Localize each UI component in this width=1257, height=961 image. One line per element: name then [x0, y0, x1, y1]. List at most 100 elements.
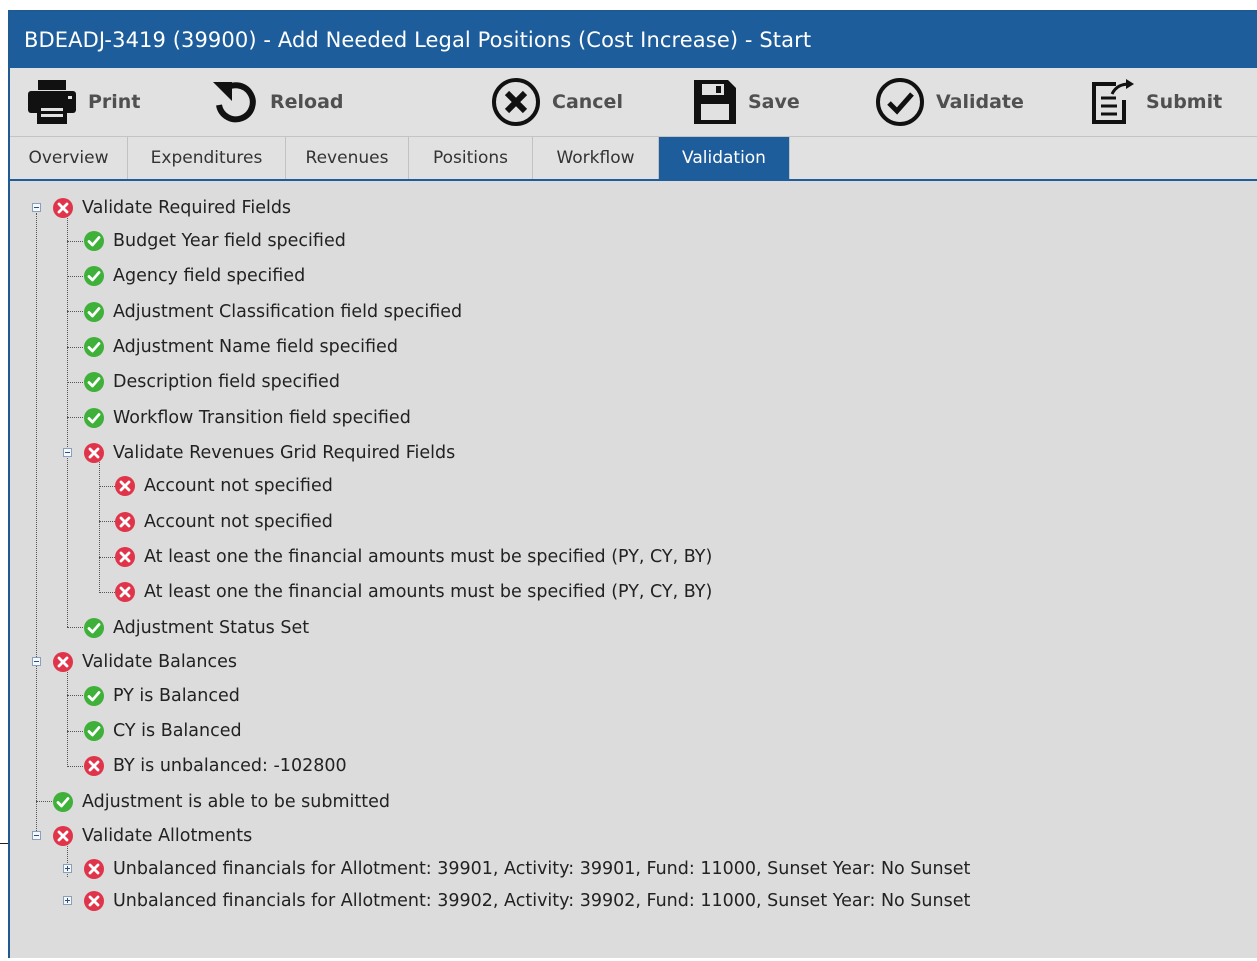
success-icon [84, 266, 104, 286]
tree-connector [99, 521, 115, 522]
validation-tree: Validate Required Fields Budget Year fie… [10, 181, 1257, 961]
node-label: CY is Balanced [113, 721, 242, 741]
node-label: Validate Required Fields [82, 198, 292, 218]
tree-node[interactable]: Account not specified [114, 507, 333, 537]
node-label: BY is unbalanced: -102800 [113, 756, 347, 776]
tab-overview[interactable]: Overview [10, 137, 128, 179]
save-button[interactable]: Save [692, 68, 800, 136]
collapse-toggle[interactable] [32, 831, 41, 840]
node-label: Adjustment Status Set [113, 618, 310, 638]
tree-connector [99, 486, 115, 487]
cancel-button[interactable]: Cancel [490, 68, 623, 136]
tree-node[interactable]: Account not specified [114, 471, 333, 501]
tree-node[interactable]: Agency field specified [83, 261, 305, 291]
submit-document-icon [1090, 78, 1136, 126]
error-icon [53, 652, 73, 672]
print-label: Print [88, 91, 141, 113]
collapse-toggle[interactable] [63, 448, 72, 457]
tree-connector [67, 627, 83, 628]
tab-workflow[interactable]: Workflow [533, 137, 659, 179]
success-icon [84, 302, 104, 322]
printer-icon [26, 78, 78, 126]
error-icon [84, 443, 104, 463]
toolbar: Print Reload Cancel Save Validate Submit [10, 68, 1257, 137]
tree-node[interactable]: Adjustment is able to be submitted [52, 787, 390, 817]
expand-toggle[interactable] [63, 896, 72, 905]
tree-connector [67, 417, 83, 418]
reload-icon [210, 78, 260, 126]
error-icon [84, 859, 104, 879]
tree-connector [67, 241, 83, 242]
tab-expenditures[interactable]: Expenditures [128, 137, 286, 179]
tree-node[interactable]: At least one the financial amounts must … [114, 542, 712, 572]
error-icon [84, 891, 104, 911]
validation-window: BDEADJ-3419 (39900) - Add Needed Legal P… [8, 10, 1257, 958]
success-icon [84, 721, 104, 741]
submit-label: Submit [1146, 91, 1223, 113]
tree-connector [99, 557, 115, 558]
tree-node[interactable]: Workflow Transition field specified [83, 403, 411, 433]
cancel-circle-x-icon [490, 76, 542, 128]
check-circle-icon [874, 76, 926, 128]
floppy-disk-icon [692, 78, 738, 126]
node-label: At least one the financial amounts must … [144, 547, 713, 567]
collapse-toggle[interactable] [32, 203, 41, 212]
error-icon [115, 582, 135, 602]
node-label: Budget Year field specified [113, 231, 346, 251]
error-icon [53, 198, 73, 218]
tab-validation[interactable]: Validation [659, 137, 790, 179]
window-title: BDEADJ-3419 (39900) - Add Needed Legal P… [10, 12, 1257, 68]
tree-node[interactable]: At least one the financial amounts must … [114, 577, 712, 607]
node-label: Description field specified [113, 372, 340, 392]
node-label: PY is Balanced [113, 686, 240, 706]
tree-node[interactable]: CY is Balanced [83, 716, 242, 746]
collapse-toggle[interactable] [32, 657, 41, 666]
success-icon [84, 408, 104, 428]
success-icon [84, 372, 104, 392]
node-label: Validate Balances [82, 652, 237, 672]
tree-node[interactable]: Adjustment Name field specified [83, 332, 398, 362]
tree-connector [67, 347, 83, 348]
tree-connector [67, 382, 83, 383]
tree-guide [67, 667, 68, 767]
node-label: Adjustment is able to be submitted [82, 792, 390, 812]
reload-button[interactable]: Reload [210, 68, 344, 136]
validate-button[interactable]: Validate [874, 68, 1024, 136]
tree-connector [99, 592, 115, 593]
submit-button[interactable]: Submit [1090, 68, 1222, 136]
print-button[interactable]: Print [26, 68, 140, 136]
node-label: Validate Allotments [82, 826, 253, 846]
node-label: Account not specified [144, 512, 333, 532]
tab-bar: Overview Expenditures Revenues Positions… [10, 137, 1257, 181]
tree-node[interactable]: Validate Balances [52, 647, 237, 677]
success-icon [84, 337, 104, 357]
tree-node[interactable]: Validate Allotments [52, 821, 252, 851]
node-label: Agency field specified [113, 266, 306, 286]
tree-node[interactable]: Unbalanced financials for Allotment: 399… [83, 854, 970, 884]
reload-label: Reload [270, 91, 344, 113]
node-label: Unbalanced financials for Allotment: 399… [113, 891, 971, 911]
expand-toggle[interactable] [63, 864, 72, 873]
tree-connector [67, 311, 83, 312]
tree-node[interactable]: Validate Required Fields [52, 193, 291, 223]
error-icon [115, 547, 135, 567]
tree-node[interactable]: PY is Balanced [83, 681, 240, 711]
tree-node[interactable]: BY is unbalanced: -102800 [83, 751, 347, 781]
tree-node[interactable]: Adjustment Classification field specifie… [83, 297, 462, 327]
success-icon [84, 618, 104, 638]
tab-revenues[interactable]: Revenues [286, 137, 409, 179]
tree-node[interactable]: Description field specified [83, 367, 340, 397]
node-label: At least one the financial amounts must … [144, 582, 713, 602]
success-icon [53, 792, 73, 812]
tree-connector [67, 695, 83, 696]
tree-connector [67, 731, 83, 732]
tree-node[interactable]: Validate Revenues Grid Required Fields [83, 438, 455, 468]
tree-node[interactable]: Unbalanced financials for Allotment: 399… [83, 886, 970, 916]
tree-node[interactable]: Budget Year field specified [83, 226, 346, 256]
tree-node[interactable]: Adjustment Status Set [83, 613, 309, 643]
tab-positions[interactable]: Positions [409, 137, 533, 179]
node-label: Workflow Transition field specified [113, 408, 411, 428]
error-icon [115, 512, 135, 532]
tree-connector [67, 276, 83, 277]
success-icon [84, 686, 104, 706]
